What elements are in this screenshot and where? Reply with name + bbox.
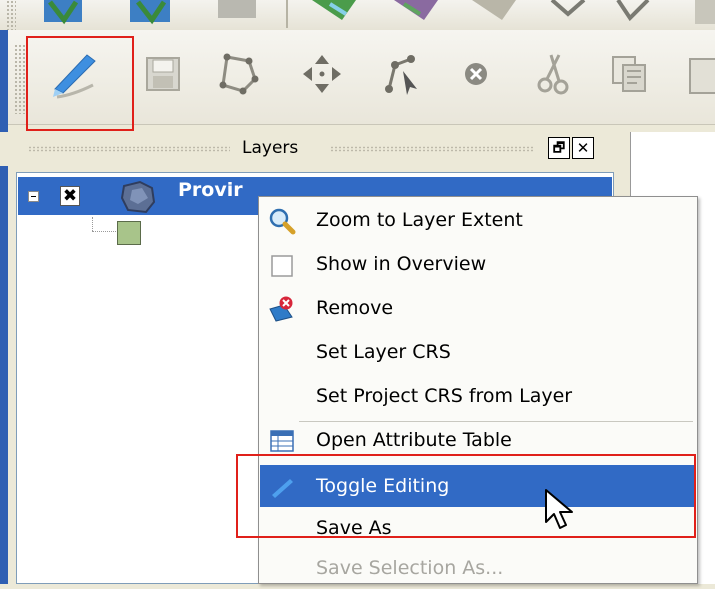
menu-item-label: Open Attribute Table: [316, 429, 512, 451]
attribute-table-icon: [270, 430, 294, 452]
window-edge: [0, 30, 8, 584]
menu-item-set-project-crs-from-layer[interactable]: Set Project CRS from Layer: [260, 375, 696, 417]
add-polygon-button[interactable]: [210, 46, 266, 102]
header-grip: [28, 146, 230, 152]
node-icon: [385, 55, 417, 95]
menu-item-show-in-overview[interactable]: Show in Overview: [260, 243, 696, 285]
copy-icon: [612, 56, 646, 92]
close-icon: ✕: [576, 138, 590, 157]
menu-item-save-selection-as: Save Selection As...: [260, 547, 696, 589]
mouse-cursor-icon: [545, 489, 573, 529]
polygon-icon: [219, 53, 259, 95]
menu-item-label: Save Selection As...: [316, 557, 504, 579]
delete-selected-button[interactable]: [448, 46, 504, 102]
save-edits-button[interactable]: [135, 46, 191, 102]
scissors-icon: [537, 54, 569, 95]
layers-panel-title: Layers: [242, 138, 299, 158]
menu-item-label: Zoom to Layer Extent: [316, 209, 523, 231]
tree-connector: [92, 231, 116, 232]
menu-item-label: Remove: [316, 297, 394, 319]
remove-layer-icon: [269, 296, 293, 322]
move-feature-button[interactable]: [294, 46, 350, 102]
paste-icon: [689, 58, 715, 94]
collapse-toggle-icon[interactable]: [28, 191, 39, 202]
header-grip: [330, 146, 535, 152]
node-tool-button[interactable]: [374, 46, 430, 102]
callout-box-menu: [236, 454, 696, 538]
menu-item-label: Set Project CRS from Layer: [316, 385, 573, 407]
menu-item-set-layer-crs[interactable]: Set Layer CRS: [260, 331, 696, 373]
menu-item-zoom-to-layer-extent[interactable]: Zoom to Layer Extent: [260, 199, 696, 241]
float-icon: 🗗: [552, 140, 566, 156]
toolbar-grip[interactable]: [14, 44, 26, 114]
cropped-toolbar-icons[interactable]: [0, 0, 715, 30]
paste-features-button[interactable]: [680, 46, 715, 102]
move-arrows-icon: [303, 55, 341, 93]
copy-features-button[interactable]: [602, 46, 658, 102]
menu-item-label: Show in Overview: [316, 253, 487, 275]
layer-name: Provir: [178, 179, 243, 201]
floppy-icon: [146, 57, 180, 91]
zoom-layer-icon: [269, 208, 296, 235]
callout-box-toolbar: [26, 36, 134, 131]
menu-item-remove[interactable]: Remove: [260, 287, 696, 329]
close-panel-button[interactable]: ✕: [572, 137, 594, 159]
menu-item-label: Set Layer CRS: [316, 341, 451, 363]
float-panel-button[interactable]: 🗗: [548, 137, 570, 159]
overview-checkbox-icon: [271, 255, 293, 277]
layer-symbol-swatch: [117, 221, 141, 245]
delete-icon: [465, 63, 487, 85]
layers-panel-header: Layers 🗗 ✕: [0, 132, 618, 166]
layer-visibility-checkbox[interactable]: ✖: [60, 186, 80, 206]
polygon-layer-icon: [120, 180, 156, 214]
map-navigation-toolbar: [0, 0, 715, 31]
cut-features-button[interactable]: [526, 46, 582, 102]
tree-connector: [92, 217, 93, 231]
